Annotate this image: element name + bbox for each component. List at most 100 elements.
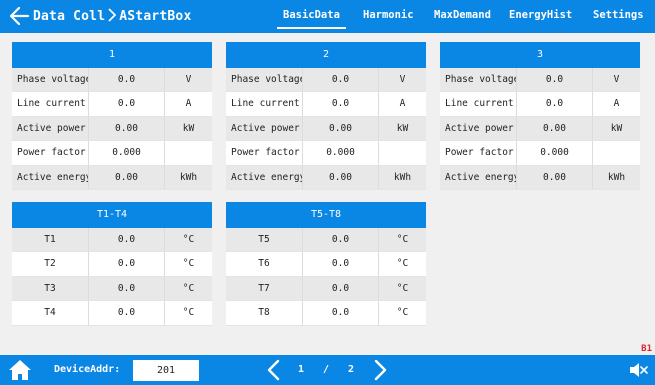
row-value: 0.0 [517,68,593,92]
row-label: T7 [226,276,303,301]
row-unit: A [613,98,620,110]
row-value: 0.0 [303,92,379,116]
row-label: T1 [12,228,89,252]
chevron-right-icon[interactable] [372,359,388,381]
row-value: 0.000 [303,141,379,165]
device-addr-label: DeviceAddr: [54,364,121,375]
table-row: Active power 0.00 kW [440,116,640,142]
row-value: 0.0 [89,252,165,276]
tab-energyhist[interactable]: EnergyHist [509,9,572,21]
panel-title: 1 [12,42,212,68]
row-label: T3 [12,276,89,301]
row-value: 0.00 [303,165,379,189]
row-value: 0.0 [89,301,165,325]
footer-bar: DeviceAddr: 201 1 / 2 [0,355,655,385]
table-row: Active power 0.00 kW [226,116,426,142]
home-icon[interactable] [8,359,32,381]
row-value: 0.0 [303,276,379,301]
row-value: 0.00 [89,165,165,189]
table-row: Phase voltage 0.0 V [440,68,640,93]
mute-icon[interactable] [628,361,648,379]
row-value: 0.0 [89,92,165,116]
tab-settings[interactable]: Settings [593,9,644,21]
row-unit: °C [396,258,409,270]
row-label: Power factor [226,141,303,165]
table-row: Active energy 0.00 kWh [226,165,426,190]
row-label: T4 [12,301,89,325]
page-separator: / [323,364,330,375]
back-arrow-icon[interactable] [8,5,30,27]
row-label: T5 [226,228,303,252]
table-row: Active power 0.00 kW [12,116,212,142]
row-label: Phase voltage [440,68,517,92]
table-row: T6 0.0 °C [226,252,426,277]
page-current: 1 [298,364,305,375]
row-label: Phase voltage [12,68,89,92]
row-label: Phase voltage [226,68,303,92]
row-unit: °C [182,282,195,294]
content-area: 1 Phase voltage 0.0 V Line current 0.0 A… [0,33,655,355]
row-unit: V [613,74,620,85]
row-unit: °C [396,307,409,319]
table-row: T8 0.0 °C [226,301,426,326]
table-row: Active energy 0.00 kWh [440,165,640,190]
row-label: Line current [226,92,303,116]
row-unit: kWh [607,171,626,183]
row-value: 0.0 [303,228,379,252]
panel-title: 2 [226,42,426,68]
table-row: Active energy 0.00 kWh [12,165,212,190]
header-bar: Data Coll AStartBox BasicData Harmonic Ma… [0,0,655,33]
chevron-right-icon [108,8,117,22]
table-row: T2 0.0 °C [12,252,212,277]
row-label: Line current [12,92,89,116]
row-label: Power factor [440,141,517,165]
row-value: 0.00 [89,116,165,141]
table-row: T4 0.0 °C [12,301,212,326]
row-value: 0.0 [303,301,379,325]
row-label: Active power [226,116,303,141]
row-label: Active energy [226,165,303,189]
table-row: Phase voltage 0.0 V [12,68,212,93]
row-value: 0.0 [303,252,379,276]
row-unit: A [399,98,406,110]
row-unit: V [185,74,192,85]
table-row: T3 0.0 °C [12,276,212,302]
row-unit: A [185,98,192,110]
status-marker: B1 [641,344,652,354]
tab-basicdata[interactable]: BasicData [277,9,346,29]
table-row: Power factor 0.000 [226,141,426,166]
row-unit: °C [396,234,409,245]
row-unit: kW [396,122,409,134]
chevron-left-icon[interactable] [266,359,282,381]
page-total: 2 [348,364,355,375]
breadcrumb-root[interactable]: Data Coll [33,9,105,24]
row-label: Power factor [12,141,89,165]
row-value: 0.0 [89,276,165,301]
row-value: 0.00 [303,116,379,141]
device-addr-input[interactable]: 201 [133,360,199,381]
phase-panel-2: 2 Phase voltage 0.0 V Line current 0.0 A… [226,42,426,190]
row-label: Line current [440,92,517,116]
breadcrumb-current: AStartBox [119,9,192,24]
panel-title: 3 [440,42,640,68]
tab-maxdemand[interactable]: MaxDemand [434,9,491,21]
row-unit: °C [182,258,195,270]
table-row: Line current 0.0 A [226,92,426,117]
phase-panel-1: 1 Phase voltage 0.0 V Line current 0.0 A… [12,42,212,190]
row-unit: °C [182,307,195,319]
row-unit: kWh [393,171,412,183]
tab-harmonic[interactable]: Harmonic [363,9,414,21]
row-value: 0.0 [89,228,165,252]
row-label: T8 [226,301,303,325]
panel-title: T1-T4 [12,202,212,228]
phase-panel-3: 3 Phase voltage 0.0 V Line current 0.0 A… [440,42,640,190]
row-value: 0.0 [303,68,379,92]
row-label: Active energy [12,165,89,189]
row-unit: kW [610,122,623,134]
row-unit [165,141,212,164]
table-row: T7 0.0 °C [226,276,426,302]
row-label: T2 [12,252,89,276]
table-row: Phase voltage 0.0 V [226,68,426,93]
row-unit: °C [182,234,195,245]
row-unit: °C [396,282,409,294]
